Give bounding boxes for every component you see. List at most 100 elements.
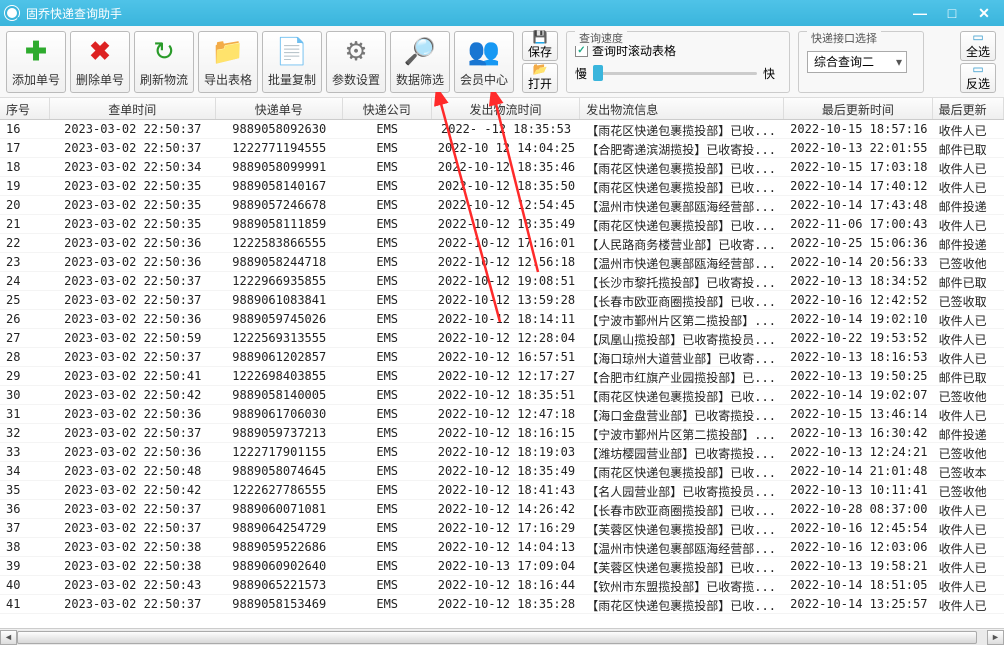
table-row[interactable]: 192023-03-02 22:50:359889058140167EMS202… xyxy=(0,177,1004,196)
refresh-button[interactable]: ↻刷新物流 xyxy=(134,31,194,93)
cell: 2022-10-16 12:03:06 xyxy=(784,538,933,556)
minimize-button[interactable]: ― xyxy=(904,3,936,23)
cell: 2022-10-22 19:53:52 xyxy=(784,329,933,347)
cell: 30 xyxy=(0,386,50,404)
th-sentinfo[interactable]: 发出物流信息 xyxy=(580,98,784,119)
cell: 2023-03-02 22:50:48 xyxy=(50,462,216,480)
speed-slider[interactable] xyxy=(593,72,757,75)
table-row[interactable]: 312023-03-02 22:50:369889061706030EMS202… xyxy=(0,405,1004,424)
table-row[interactable]: 302023-03-02 22:50:429889058140005EMS202… xyxy=(0,386,1004,405)
slider-thumb[interactable] xyxy=(593,65,603,81)
table-row[interactable]: 282023-03-02 22:50:379889061202857EMS202… xyxy=(0,348,1004,367)
settings-button[interactable]: ⚙参数设置 xyxy=(326,31,386,93)
th-seq[interactable]: 序号 xyxy=(0,98,50,119)
table-row[interactable]: 412023-03-02 22:50:379889058153469EMS202… xyxy=(0,595,1004,614)
th-company[interactable]: 快递公司 xyxy=(343,98,432,119)
table-row[interactable]: 332023-03-02 22:50:361222717901155EMS202… xyxy=(0,443,1004,462)
cell: 收件人已 xyxy=(933,158,1004,176)
save-button[interactable]: 💾保存 xyxy=(522,31,558,61)
delete-button[interactable]: ✖删除单号 xyxy=(70,31,130,93)
add-button[interactable]: ✚添加单号 xyxy=(6,31,66,93)
close-button[interactable]: ✕ xyxy=(968,3,1000,23)
table-row[interactable]: 342023-03-02 22:50:489889058074645EMS202… xyxy=(0,462,1004,481)
interface-label: 快递接口选择 xyxy=(807,30,881,46)
table-row[interactable]: 292023-03-02 22:50:411222698403855EMS202… xyxy=(0,367,1004,386)
cell: 32 xyxy=(0,424,50,442)
cell: 1222569313555 xyxy=(216,329,343,347)
th-lasttime[interactable]: 最后更新时间 xyxy=(784,98,933,119)
th-tracking[interactable]: 快递单号 xyxy=(216,98,343,119)
cell: 【雨花区快递包裹揽投部】已收... xyxy=(580,177,784,195)
table-row[interactable]: 182023-03-02 22:50:349889058099991EMS202… xyxy=(0,158,1004,177)
scroll-left-arrow[interactable]: ◄ xyxy=(0,630,17,645)
cell: 已签收他 xyxy=(933,253,1004,271)
cell: 2023-03-02 22:50:43 xyxy=(50,576,216,594)
cell: 2022-10-12 19:08:51 xyxy=(432,272,581,290)
cell: 9889058140005 xyxy=(216,386,343,404)
scroll-thumb[interactable] xyxy=(17,631,977,644)
cell: 9889065221573 xyxy=(216,576,343,594)
cell: 收件人已 xyxy=(933,500,1004,518)
th-senttime[interactable]: 发出物流时间 xyxy=(432,98,581,119)
cell: 2022-10-12 17:16:01 xyxy=(432,234,581,252)
table-row[interactable]: 172023-03-02 22:50:371222771194555EMS202… xyxy=(0,139,1004,158)
filter-button[interactable]: 🔎数据筛选 xyxy=(390,31,450,93)
table-row[interactable]: 242023-03-02 22:50:371222966935855EMS202… xyxy=(0,272,1004,291)
cell: 9889058244718 xyxy=(216,253,343,271)
table-row[interactable]: 382023-03-02 22:50:389889059522686EMS202… xyxy=(0,538,1004,557)
invert-icon: ▭ xyxy=(972,63,983,75)
open-button[interactable]: 📂打开 xyxy=(522,63,558,93)
table-row[interactable]: 212023-03-02 22:50:359889058111859EMS202… xyxy=(0,215,1004,234)
cell: 已签收他 xyxy=(933,481,1004,499)
table-row[interactable]: 202023-03-02 22:50:359889057246678EMS202… xyxy=(0,196,1004,215)
table: 序号 查单时间 快递单号 快递公司 发出物流时间 发出物流信息 最后更新时间 最… xyxy=(0,98,1004,628)
maximize-button[interactable]: □ xyxy=(936,3,968,23)
table-row[interactable]: 392023-03-02 22:50:389889060902640EMS202… xyxy=(0,557,1004,576)
scroll-track[interactable] xyxy=(17,630,987,645)
export-button[interactable]: 📁导出表格 xyxy=(198,31,258,93)
th-querytime[interactable]: 查单时间 xyxy=(50,98,216,119)
cell: 38 xyxy=(0,538,50,556)
horizontal-scrollbar[interactable]: ◄ ► xyxy=(0,628,1004,645)
table-row[interactable]: 272023-03-02 22:50:591222569313555EMS202… xyxy=(0,329,1004,348)
table-row[interactable]: 362023-03-02 22:50:379889060071081EMS202… xyxy=(0,500,1004,519)
cell: 【长春市欧亚商圈揽投部】已收... xyxy=(580,500,784,518)
table-row[interactable]: 322023-03-02 22:50:379889059737213EMS202… xyxy=(0,424,1004,443)
cell: 33 xyxy=(0,443,50,461)
gear-icon: ⚙ xyxy=(340,35,372,67)
selectall-button[interactable]: ▭全选 xyxy=(960,31,996,61)
selectall-icon: ▭ xyxy=(972,31,983,43)
cell: EMS xyxy=(343,519,432,537)
member-button[interactable]: 👥会员中心 xyxy=(454,31,514,93)
cell: 22 xyxy=(0,234,50,252)
cell: 【雨花区快递包裹揽投部】已收... xyxy=(580,158,784,176)
scroll-right-arrow[interactable]: ► xyxy=(987,630,1004,645)
cell: 【温州市快递包裹部瓯海经营部... xyxy=(580,196,784,214)
cell: 2023-03-02 22:50:41 xyxy=(50,367,216,385)
cell: 2022-10-14 18:51:05 xyxy=(784,576,933,594)
table-row[interactable]: 352023-03-02 22:50:421222627786555EMS202… xyxy=(0,481,1004,500)
table-row[interactable]: 162023-03-02 22:50:379889058092630EMS202… xyxy=(0,120,1004,139)
toolbar: ✚添加单号 ✖删除单号 ↻刷新物流 📁导出表格 📄批量复制 ⚙参数设置 🔎数据筛… xyxy=(0,26,1004,98)
cell: 收件人已 xyxy=(933,519,1004,537)
table-row[interactable]: 252023-03-02 22:50:379889061083841EMS202… xyxy=(0,291,1004,310)
cell: 9889059745026 xyxy=(216,310,343,328)
cell: 2022-10-28 08:37:00 xyxy=(784,500,933,518)
cell: 2022- -12 18:35:53 xyxy=(432,120,581,138)
invert-button[interactable]: ▭反选 xyxy=(960,63,996,93)
table-row[interactable]: 222023-03-02 22:50:361222583866555EMS202… xyxy=(0,234,1004,253)
cell: 【雨花区快递包裹揽投部】已收... xyxy=(580,595,784,613)
table-row[interactable]: 232023-03-02 22:50:369889058244718EMS202… xyxy=(0,253,1004,272)
titlebar: 固乔快递查询助手 ― □ ✕ xyxy=(0,0,1004,26)
interface-select[interactable]: 综合查询二 xyxy=(807,51,907,73)
table-row[interactable]: 402023-03-02 22:50:439889065221573EMS202… xyxy=(0,576,1004,595)
cell: 【长春市欧亚商圈揽投部】已收... xyxy=(580,291,784,309)
copy-button[interactable]: 📄批量复制 xyxy=(262,31,322,93)
table-row[interactable]: 372023-03-02 22:50:379889064254729EMS202… xyxy=(0,519,1004,538)
plus-icon: ✚ xyxy=(20,35,52,67)
cell: 【宁波市鄞州片区第二揽投部】... xyxy=(580,424,784,442)
cell: EMS xyxy=(343,576,432,594)
cell: 2022-10-14 19:02:07 xyxy=(784,386,933,404)
table-row[interactable]: 262023-03-02 22:50:369889059745026EMS202… xyxy=(0,310,1004,329)
th-lastinfo[interactable]: 最后更新 xyxy=(933,98,1004,119)
